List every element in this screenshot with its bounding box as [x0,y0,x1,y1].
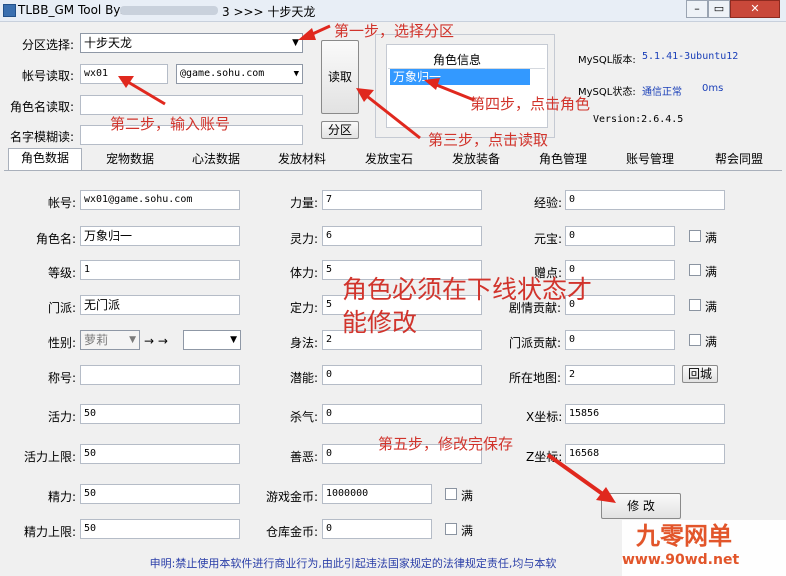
step5-annotation: 第五步，修改完保存 [378,435,514,453]
arrow-step1-icon [298,24,331,40]
warning-line-2: 能修改 [342,308,418,337]
step1-annotation: 第一步，选择分区 [334,22,455,40]
arrow-step4-icon [424,78,475,102]
warning-line-1: 角色必须在下线状态才 [342,275,593,304]
arrow-step3-icon [356,88,421,140]
watermark-logo: 九零网单 [636,522,732,550]
step3-annotation: 第三步，点击读取 [428,131,549,149]
watermark-url: www.90wd.net [622,552,740,568]
arrow-step5-icon [546,453,616,503]
step2-annotation: 第二步，输入账号 [110,115,231,133]
step4-annotation: 第四步，点击角色 [470,95,591,113]
arrow-step2-icon [118,76,166,106]
